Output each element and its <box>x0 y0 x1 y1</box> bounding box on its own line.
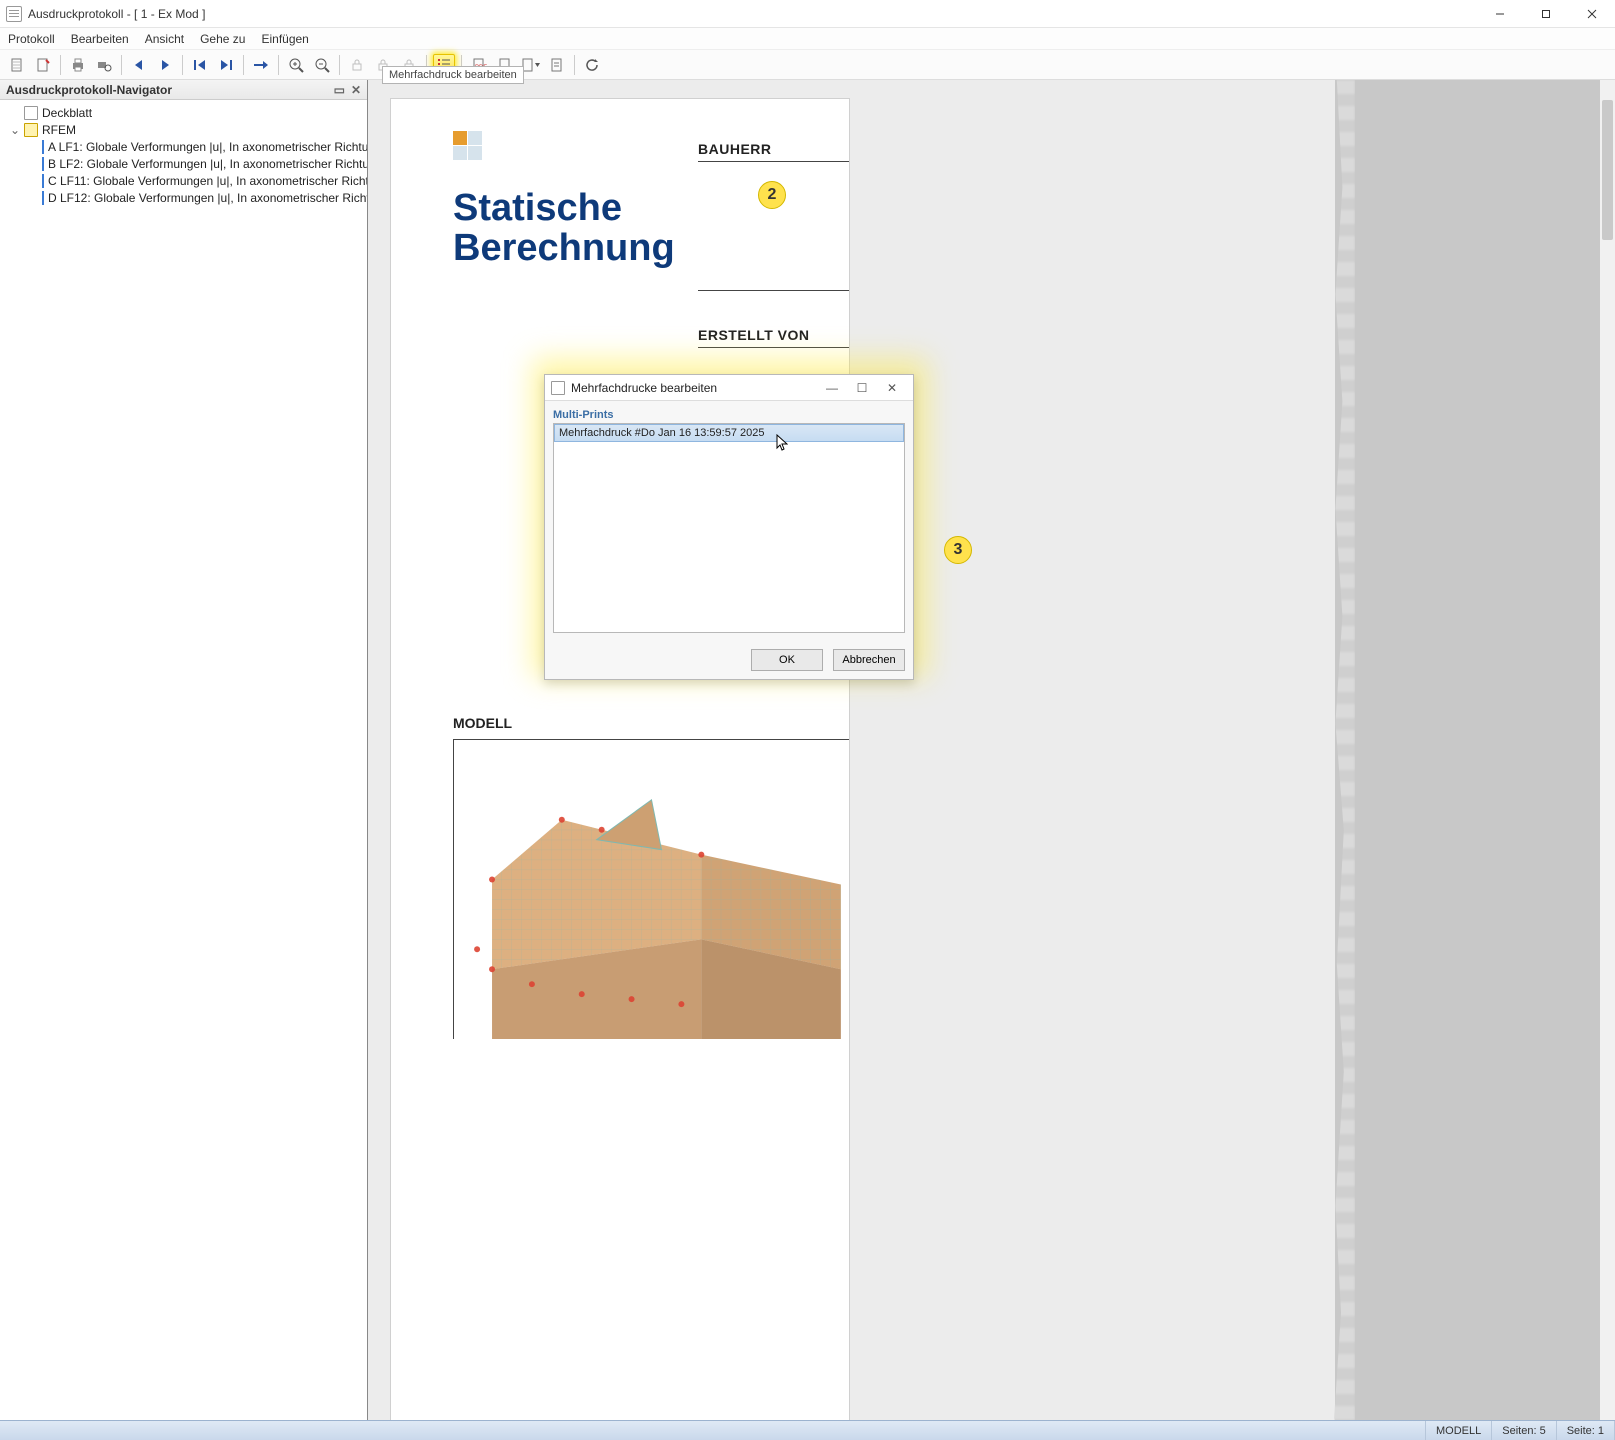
navigator-title: Ausdruckprotokoll-Navigator <box>6 83 172 97</box>
last-page-button[interactable] <box>215 54 237 76</box>
window-title: Ausdruckprotokoll - [ 1 - Ex Mod ] <box>28 7 205 21</box>
dialog-title: Mehrfachdrucke bearbeiten <box>571 381 717 395</box>
dialog-close-button[interactable]: ✕ <box>877 377 907 399</box>
vertical-scrollbar[interactable] <box>1600 80 1615 1420</box>
tree-label: B LF2: Globale Verformungen |u|, In axon… <box>48 157 367 171</box>
menu-einfuegen[interactable]: Einfügen <box>261 32 308 46</box>
goto-button[interactable] <box>250 54 272 76</box>
chart-icon <box>42 157 44 171</box>
refresh-button[interactable] <box>581 54 603 76</box>
company-logo <box>453 131 482 160</box>
menu-ansicht[interactable]: Ansicht <box>145 32 184 46</box>
list-item[interactable]: Mehrfachdruck #Do Jan 16 13:59:57 2025 <box>554 424 904 442</box>
print-preview-button[interactable] <box>93 54 115 76</box>
section-heading: BAUHERR <box>698 141 849 157</box>
app-icon <box>6 6 22 22</box>
menu-gehezu[interactable]: Gehe zu <box>200 32 245 46</box>
doc-icon <box>551 381 565 395</box>
main-toolbar: PDF <box>0 50 1615 80</box>
status-page: Seite: 1 <box>1557 1421 1615 1440</box>
menu-bearbeiten[interactable]: Bearbeiten <box>71 32 129 46</box>
preview-area: 2 3 StatischeBerechnung BAUHERR ERSTELLT… <box>368 80 1615 1420</box>
status-modell: MODELL <box>1426 1421 1492 1440</box>
nav-next-button[interactable] <box>154 54 176 76</box>
cancel-button[interactable]: Abbrechen <box>833 649 905 671</box>
document-title: StatischeBerechnung <box>453 189 675 269</box>
page-icon <box>24 106 38 120</box>
expand-icon[interactable]: ⌄ <box>10 123 20 137</box>
dialog-group-label: Multi-Prints <box>553 409 905 421</box>
menu-protokoll[interactable]: Protokoll <box>8 32 55 46</box>
folder-icon <box>24 123 38 137</box>
panel-dock-icon[interactable]: ▭ <box>334 83 345 97</box>
dialog-maximize-button[interactable]: ☐ <box>847 377 877 399</box>
ok-button[interactable]: OK <box>751 649 823 671</box>
model-preview-frame <box>453 739 849 1039</box>
navigator-header: Ausdruckprotokoll-Navigator ▭ ✕ <box>0 80 367 100</box>
print-button[interactable] <box>67 54 89 76</box>
panel-close-icon[interactable]: ✕ <box>351 83 361 97</box>
chart-icon <box>42 140 44 154</box>
settings-button[interactable] <box>546 54 568 76</box>
title-bar: Ausdruckprotokoll - [ 1 - Ex Mod ] <box>0 0 1615 28</box>
multiprint-list[interactable]: Mehrfachdruck #Do Jan 16 13:59:57 2025 <box>553 423 905 633</box>
tree-item-deckblatt[interactable]: Deckblatt <box>2 104 365 121</box>
minimize-button[interactable] <box>1477 1 1523 27</box>
annotation-callout-2: 2 <box>758 181 786 209</box>
tree-label: D LF12: Globale Verformungen |u|, In axo… <box>48 191 367 205</box>
status-pages: Seiten: 5 <box>1492 1421 1556 1440</box>
navigator-panel: Ausdruckprotokoll-Navigator ▭ ✕ Deckblat… <box>0 80 368 1420</box>
tree-label: A LF1: Globale Verformungen |u|, In axon… <box>48 140 367 154</box>
maximize-button[interactable] <box>1523 1 1569 27</box>
toolbar-tooltip: Mehrfachdruck bearbeiten <box>382 66 524 84</box>
section-bauherr: BAUHERR <box>698 141 849 291</box>
multiprint-dialog: Mehrfachdrucke bearbeiten — ☐ ✕ Multi-Pr… <box>544 374 914 680</box>
annotation-callout-3: 3 <box>944 536 972 564</box>
new-button[interactable] <box>6 54 28 76</box>
dialog-titlebar[interactable]: Mehrfachdrucke bearbeiten — ☐ ✕ <box>545 375 913 401</box>
tree-item-lf11[interactable]: C LF11: Globale Verformungen |u|, In axo… <box>2 172 365 189</box>
cover-page: StatischeBerechnung BAUHERR ERSTELLT VON… <box>390 98 850 1420</box>
tree-item-rfem[interactable]: ⌄ RFEM <box>2 121 365 138</box>
tree-label: C LF11: Globale Verformungen |u|, In axo… <box>48 174 367 188</box>
section-heading: ERSTELLT VON <box>698 327 849 343</box>
tree-item-lf2[interactable]: B LF2: Globale Verformungen |u|, In axon… <box>2 155 365 172</box>
menu-bar: Protokoll Bearbeiten Ansicht Gehe zu Ein… <box>0 28 1615 50</box>
nav-prev-button[interactable] <box>128 54 150 76</box>
chart-icon <box>42 174 44 188</box>
status-bar: MODELL Seiten: 5 Seite: 1 <box>0 1420 1615 1440</box>
navigator-tree[interactable]: Deckblatt ⌄ RFEM A LF1: Globale Verformu… <box>0 100 367 1420</box>
zoom-in-button[interactable] <box>285 54 307 76</box>
dialog-minimize-button[interactable]: — <box>817 377 847 399</box>
first-page-button[interactable] <box>189 54 211 76</box>
chart-icon <box>42 191 44 205</box>
tree-item-lf1[interactable]: A LF1: Globale Verformungen |u|, In axon… <box>2 138 365 155</box>
preview-gutter <box>1335 80 1615 1420</box>
edit-button[interactable] <box>32 54 54 76</box>
tree-label: RFEM <box>42 123 76 137</box>
tree-item-lf12[interactable]: D LF12: Globale Verformungen |u|, In axo… <box>2 189 365 206</box>
lock-button-1[interactable] <box>346 54 368 76</box>
tree-label: Deckblatt <box>42 106 92 120</box>
zoom-out-button[interactable] <box>311 54 333 76</box>
section-modell-heading: MODELL <box>453 715 512 731</box>
close-button[interactable] <box>1569 1 1615 27</box>
